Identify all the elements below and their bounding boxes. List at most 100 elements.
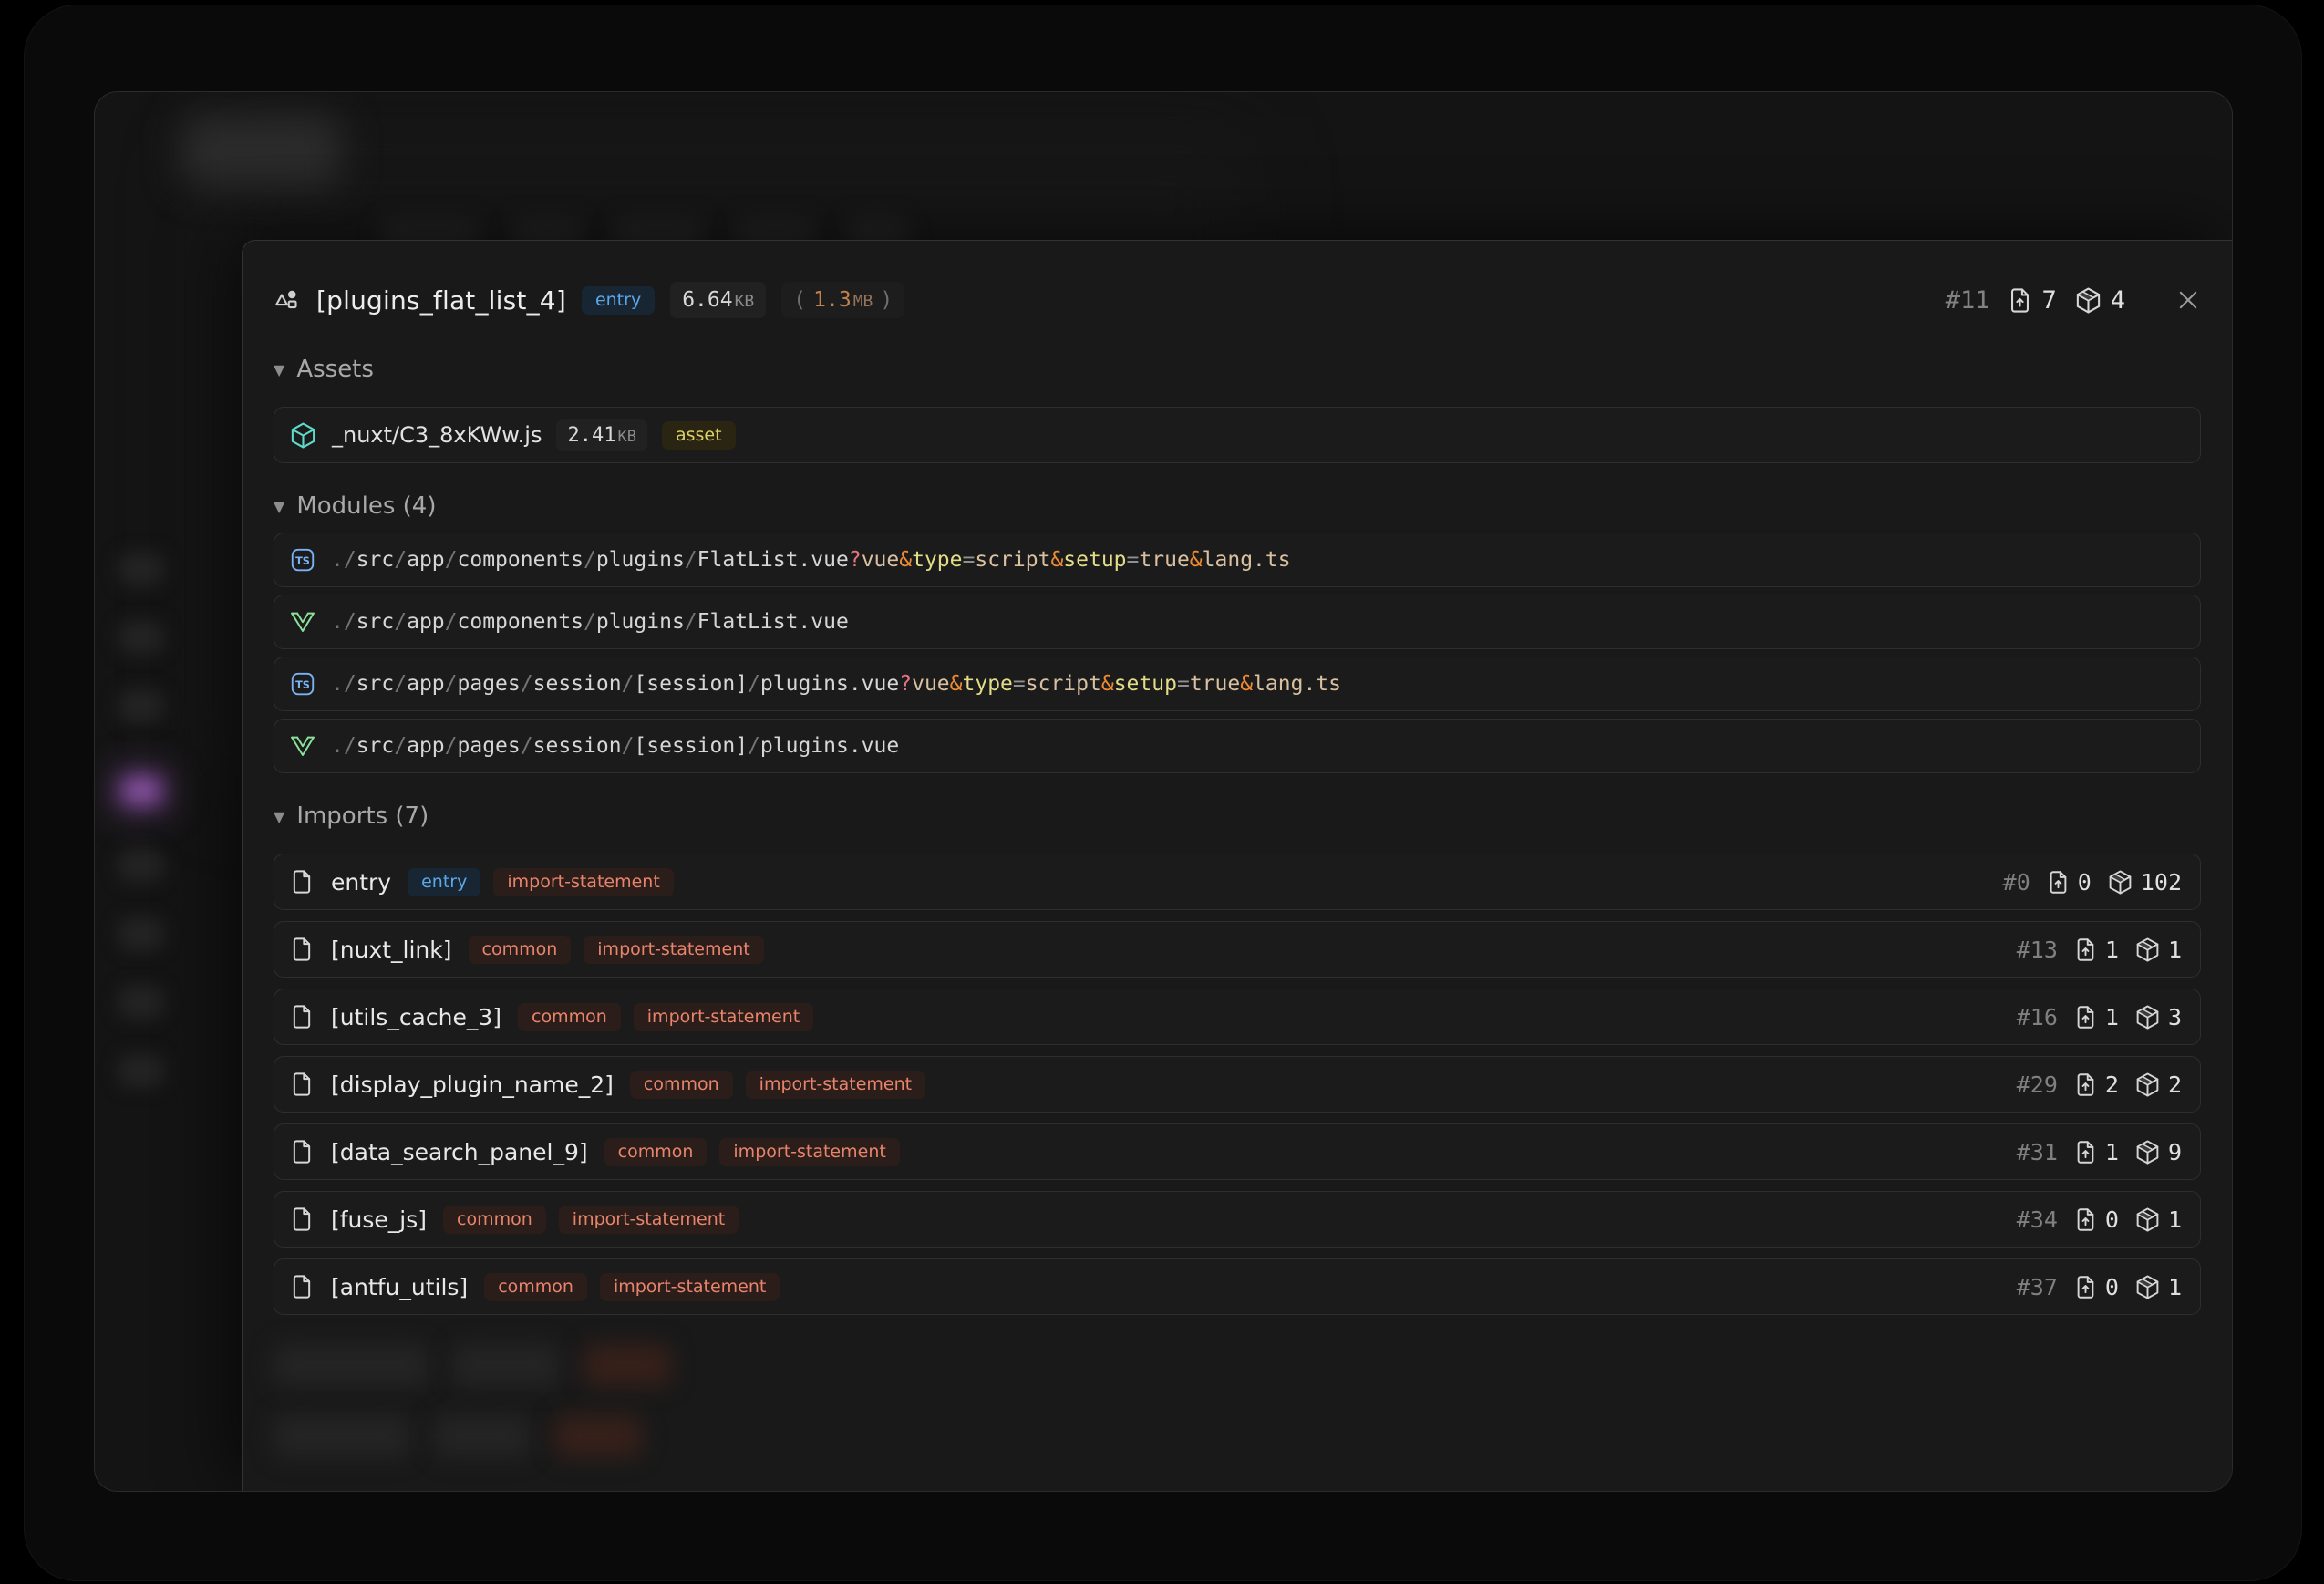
module-row[interactable]: TS ./src/app/components/plugins/FlatList… (274, 533, 2201, 587)
chunk-id: #11 (1946, 286, 1990, 315)
import-statement-badge: import-statement (719, 1138, 899, 1166)
import-chunk-id: #31 (2017, 1139, 2058, 1165)
import-files-count: 2 (2105, 1072, 2119, 1098)
import-row[interactable]: [display_plugin_name_2] commonimport-sta… (274, 1056, 2201, 1113)
path-segment: = (962, 548, 975, 572)
chunk-total-size-chip: ( 1.3 MB ) (781, 282, 904, 318)
import-badges: common import-statement (484, 1273, 780, 1301)
file-arrow-up-icon (2073, 1207, 2098, 1232)
import-row[interactable]: [data_search_panel_9] common import-state… (274, 1123, 2201, 1180)
import-chunk-id: #0 (2003, 869, 2030, 896)
chunk-id-stat: #11 (1946, 286, 1990, 315)
file-arrow-up-icon (2046, 870, 2071, 895)
common-badge: common (484, 1273, 587, 1301)
package-icon (2074, 286, 2102, 315)
import-statement-badge: import-statement (746, 1071, 925, 1099)
package-icon (2134, 1139, 2161, 1165)
path-segment: = (1127, 548, 1140, 572)
package-icon (2107, 869, 2133, 896)
path-segment: / (521, 672, 533, 696)
modules-list: TS ./src/app/components/plugins/FlatList… (274, 533, 2201, 773)
import-files-count: 0 (2105, 1206, 2119, 1233)
import-files-count: 0 (2078, 869, 2092, 896)
blurred-sidebar-icon (119, 621, 164, 654)
import-chunk-id: #16 (2017, 1004, 2058, 1030)
header-stats: #11 7 (1946, 286, 2201, 315)
path-segment: src (356, 610, 395, 634)
svg-text:TS: TS (295, 679, 310, 691)
path-segment: / (394, 548, 407, 572)
import-stats: #31 1 (2017, 1139, 2182, 1165)
import-packages-count: 102 (2141, 869, 2182, 896)
blurred-sidebar-icon (119, 553, 164, 585)
module-row[interactable]: ./src/app/components/plugins/FlatList.vu… (274, 595, 2201, 649)
file-icon (289, 937, 315, 962)
chunk-size-value: 6.64 (682, 288, 732, 312)
file-icon (289, 1139, 315, 1165)
file-icon (289, 869, 315, 895)
imports-section-header[interactable]: ▼ Imports (7) (274, 801, 2201, 832)
asset-size-unit: KB (617, 428, 635, 446)
asset-badge: asset (662, 421, 736, 450)
import-name: [data_search_panel_9] (331, 1139, 588, 1165)
common-badge: common (469, 936, 572, 964)
path-segment: components (458, 610, 584, 634)
path-segment: app (407, 734, 445, 758)
import-files-stat: 0 (2073, 1274, 2119, 1300)
path-segment: / (622, 672, 635, 696)
path-segment: true (1190, 672, 1240, 696)
import-files-stat: 0 (2046, 869, 2092, 896)
import-row[interactable]: [fuse_js] commonimport-statement #34 (274, 1191, 2201, 1248)
asset-badges: asset (662, 421, 736, 450)
import-row[interactable]: [utils_cache_3] commonimport-statement #… (274, 989, 2201, 1045)
modules-section-header[interactable]: ▼ Modules (4) (274, 491, 2201, 522)
blurred-sidebar-icon (119, 849, 164, 882)
blurred-sidebar-icon (119, 1054, 164, 1087)
entry-badge: entry (408, 868, 480, 896)
assets-section-header[interactable]: ▼ Assets (274, 354, 2201, 385)
import-row[interactable]: [nuxt_link] commonimport-statement #13 (274, 921, 2201, 978)
import-row[interactable]: entry entry import-statement #0 (274, 854, 2201, 910)
path-segment: src (356, 734, 395, 758)
package-icon (2134, 937, 2161, 963)
path-segment: app (407, 610, 445, 634)
files-count: 7 (2041, 286, 2056, 315)
screenshot-stage: [plugins_flat_list_4] entry 6.64 KB ( 1.… (0, 0, 2324, 1584)
package-icon (2134, 1274, 2161, 1300)
import-row[interactable]: [antfu_utils] commonimport-statement #37 (274, 1258, 2201, 1315)
package-icon (2134, 1004, 2161, 1030)
imports-section-label: Imports (7) (296, 802, 429, 830)
path-segment: & (950, 672, 963, 696)
path-segment: setup (1063, 548, 1126, 572)
import-statement-badge: import-statement (493, 868, 673, 896)
module-path: ./src/app/components/plugins/FlatList.vu… (331, 548, 1291, 572)
module-path: ./src/app/pages/session/[session]/plugin… (331, 734, 899, 758)
import-packages-count: 3 (2168, 1004, 2182, 1030)
import-packages-stat: 102 (2107, 869, 2182, 896)
package-icon (2134, 1206, 2161, 1233)
asset-row[interactable]: _nuxt/C3_8xKWw.js 2.41 KB asset (274, 407, 2201, 463)
module-row[interactable]: TS ./src/app/pages/session/[session]/plu… (274, 657, 2201, 711)
modules-section-label: Modules (4) (296, 492, 436, 520)
import-name: entry (331, 869, 391, 896)
import-files-stat: 1 (2073, 1139, 2119, 1165)
path-segment: lang.ts (1253, 672, 1341, 696)
packages-stat: 4 (2074, 286, 2125, 315)
path-segment: plugins (596, 548, 685, 572)
blurred-row (274, 1344, 2201, 1386)
path-segment: = (1177, 672, 1190, 696)
chunk-size-chip: 6.64 KB (670, 282, 766, 318)
module-row[interactable]: ./src/app/pages/session/[session]/plugin… (274, 719, 2201, 773)
import-statement-badge: import-statement (600, 1273, 780, 1301)
blurred-badge (554, 1415, 642, 1457)
imports-list: entry entry import-statement #0 (274, 854, 2201, 1315)
path-segment: ./ (331, 610, 356, 634)
chevron-down-icon: ▼ (274, 808, 284, 825)
import-badges: entry import-statement (408, 868, 674, 896)
close-button[interactable] (2175, 287, 2201, 313)
path-segment: script (1026, 672, 1101, 696)
devtools-window: [plugins_flat_list_4] entry 6.64 KB ( 1.… (94, 91, 2233, 1492)
file-arrow-up-icon (2073, 937, 2098, 962)
common-badge: common (604, 1138, 708, 1166)
import-name: [fuse_js] (331, 1206, 427, 1233)
